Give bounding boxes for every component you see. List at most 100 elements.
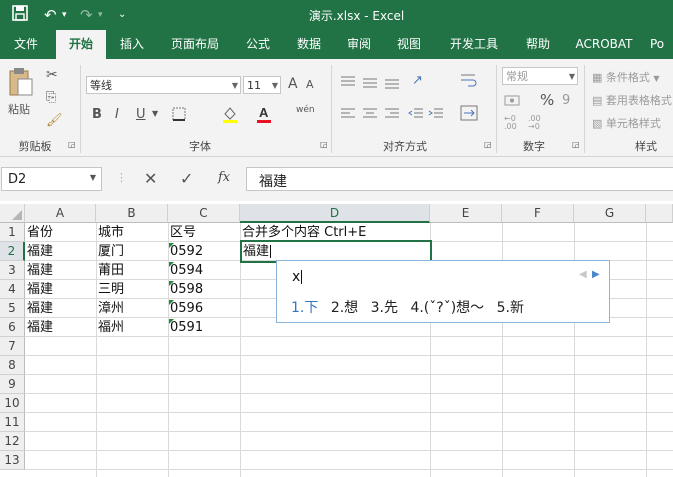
bold-button[interactable]: B — [92, 107, 102, 122]
cell-b5[interactable]: 漳州 — [96, 299, 124, 318]
increase-indent-icon[interactable] — [428, 107, 444, 124]
ime-candidate-1[interactable]: 1.下 — [291, 300, 318, 316]
cell-b1[interactable]: 城市 — [96, 223, 124, 242]
name-box[interactable]: D2 ▼ — [1, 167, 102, 191]
row-header-5[interactable]: 5 — [0, 299, 25, 318]
column-header-e[interactable]: E — [430, 204, 502, 223]
cell-a3[interactable]: 福建 — [25, 261, 53, 280]
increase-decimal-icon[interactable]: ←0.00 — [504, 115, 517, 131]
select-all-corner[interactable] — [0, 204, 25, 223]
column-header-b[interactable]: B — [96, 204, 168, 223]
align-top-icon[interactable] — [340, 75, 356, 92]
italic-button[interactable]: I — [115, 107, 119, 122]
formula-input[interactable]: 福建 — [246, 167, 673, 191]
row-header-3[interactable]: 3 — [0, 261, 25, 280]
cell-c1[interactable]: 区号 — [168, 223, 196, 242]
error-indicator-icon[interactable] — [169, 319, 174, 324]
align-left-icon[interactable] — [340, 107, 356, 124]
ime-candidate-2[interactable]: 2.想 — [331, 300, 358, 316]
tab-home[interactable]: 开始 — [56, 30, 106, 59]
font-name-select[interactable]: 等线 ▼ — [86, 76, 241, 94]
row-header-8[interactable]: 8 — [0, 356, 25, 375]
font-launcher-icon[interactable]: ◲ — [320, 140, 328, 149]
tab-power[interactable]: Po — [650, 30, 673, 59]
cell-b3[interactable]: 莆田 — [96, 261, 124, 280]
align-center-icon[interactable] — [362, 107, 378, 124]
chevron-down-icon[interactable]: ▼ — [90, 173, 96, 182]
decrease-decimal-icon[interactable]: .00 →0 — [528, 115, 541, 131]
cancel-icon[interactable]: ✕ — [144, 169, 157, 188]
align-bottom-icon[interactable] — [384, 75, 400, 92]
error-indicator-icon[interactable] — [169, 243, 174, 248]
cut-icon[interactable]: ✂ — [46, 67, 58, 83]
insert-function-button[interactable]: fx — [218, 170, 230, 185]
border-icon[interactable] — [172, 107, 186, 124]
phonetic-guide-button[interactable]: wén — [296, 105, 315, 115]
font-color-icon[interactable]: A — [256, 105, 272, 126]
ime-next-page-icon[interactable]: ▶ — [592, 269, 600, 280]
merge-center-icon[interactable] — [460, 105, 478, 124]
decrease-indent-icon[interactable] — [408, 107, 424, 124]
format-painter-icon[interactable]: 🖌 — [46, 113, 63, 128]
ime-candidate-5[interactable]: 5.新 — [497, 300, 524, 316]
column-header-f[interactable]: F — [502, 204, 574, 223]
row-header-10[interactable]: 10 — [0, 394, 25, 413]
ime-prev-page-icon[interactable]: ◀ — [579, 269, 587, 280]
currency-icon[interactable] — [504, 93, 522, 110]
ime-input[interactable]: x — [292, 269, 303, 285]
tab-page-layout[interactable]: 页面布局 — [160, 30, 230, 59]
fill-color-icon[interactable] — [222, 105, 238, 126]
column-header-a[interactable]: A — [25, 204, 96, 223]
column-header-d[interactable]: D — [240, 204, 430, 223]
ime-candidate-3[interactable]: 3.先 — [371, 300, 398, 316]
wrap-text-icon[interactable] — [460, 73, 478, 90]
cell-b2[interactable]: 厦门 — [96, 242, 124, 261]
cell-b4[interactable]: 三明 — [96, 280, 124, 299]
tab-review[interactable]: 审阅 — [336, 30, 382, 59]
cell-a1[interactable]: 省份 — [25, 223, 53, 242]
increase-font-size-button[interactable]: A — [288, 76, 298, 92]
tab-acrobat[interactable]: ACROBAT — [568, 30, 640, 59]
tab-view[interactable]: 视图 — [386, 30, 432, 59]
comma-style-button[interactable]: 9 — [562, 93, 570, 108]
tab-file[interactable]: 文件 — [0, 30, 52, 59]
cell-a6[interactable]: 福建 — [25, 318, 53, 337]
row-header-6[interactable]: 6 — [0, 318, 25, 337]
orientation-icon[interactable]: ↗ — [412, 73, 423, 88]
ime-candidate-4[interactable]: 4.(ˇ?ˇ)想～ — [410, 300, 484, 316]
row-header-2[interactable]: 2 — [0, 242, 25, 261]
font-size-select[interactable]: 11 ▼ — [243, 76, 281, 94]
paste-button[interactable]: 粘贴 — [8, 67, 34, 117]
row-header-4[interactable]: 4 — [0, 280, 25, 299]
error-indicator-icon[interactable] — [169, 300, 174, 305]
cell-styles-button[interactable]: ▧ 单元格样式 — [592, 115, 661, 131]
copy-icon[interactable]: ⎘ — [46, 90, 56, 105]
tab-data[interactable]: 数据 — [286, 30, 332, 59]
number-format-select[interactable]: 常规 ▼ — [502, 67, 578, 85]
cell-a4[interactable]: 福建 — [25, 280, 53, 299]
cell-a5[interactable]: 福建 — [25, 299, 53, 318]
row-header-7[interactable]: 7 — [0, 337, 25, 356]
column-header-h[interactable] — [646, 204, 673, 223]
cell-b6[interactable]: 福州 — [96, 318, 124, 337]
tab-developer[interactable]: 开发工具 — [438, 30, 510, 59]
row-header-13[interactable]: 13 — [0, 451, 25, 470]
row-header-1[interactable]: 1 — [0, 223, 25, 242]
column-header-g[interactable]: G — [574, 204, 646, 223]
cell-a2[interactable]: 福建 — [25, 242, 53, 261]
conditional-formatting-button[interactable]: ▦ 条件格式 ▼ — [592, 69, 660, 85]
percent-button[interactable]: % — [540, 91, 554, 109]
worksheet-grid[interactable]: A B C D E F G 1 2 3 4 5 6 7 8 9 10 11 12… — [0, 204, 673, 477]
decrease-font-size-button[interactable]: A — [306, 78, 314, 91]
align-right-icon[interactable] — [384, 107, 400, 124]
clipboard-launcher-icon[interactable]: ◲ — [68, 140, 76, 149]
error-indicator-icon[interactable] — [169, 262, 174, 267]
column-header-c[interactable]: C — [168, 204, 240, 223]
align-middle-icon[interactable] — [362, 75, 378, 92]
number-launcher-icon[interactable]: ◲ — [572, 140, 580, 149]
format-as-table-button[interactable]: ▤ 套用表格格式 — [592, 92, 672, 108]
error-indicator-icon[interactable] — [169, 281, 174, 286]
tab-help[interactable]: 帮助 — [516, 30, 560, 59]
tab-formulas[interactable]: 公式 — [236, 30, 280, 59]
underline-dropdown-icon[interactable]: ▼ — [152, 109, 158, 118]
